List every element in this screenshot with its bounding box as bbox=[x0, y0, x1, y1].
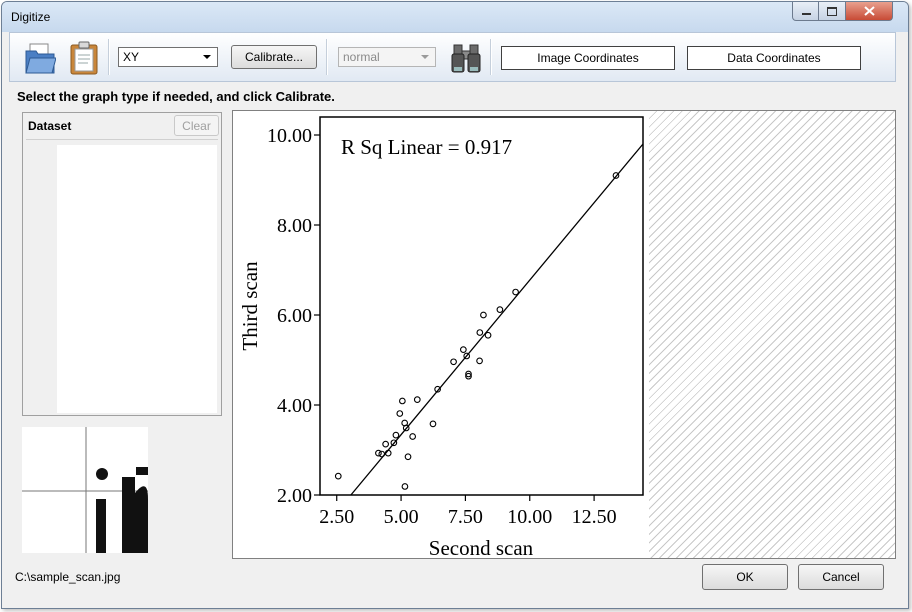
chevron-down-icon bbox=[203, 55, 211, 59]
data-coordinates-display: Data Coordinates bbox=[687, 46, 861, 70]
x-tick-label: 7.50 bbox=[448, 506, 483, 528]
dataset-label: Dataset bbox=[28, 119, 72, 133]
chevron-down-icon bbox=[421, 55, 429, 59]
x-axis-label: Second scan bbox=[429, 536, 534, 558]
clear-button[interactable]: Clear bbox=[174, 115, 219, 136]
cancel-button[interactable]: Cancel bbox=[798, 564, 884, 590]
divider bbox=[26, 139, 218, 140]
y-tick-label: 8.00 bbox=[277, 215, 312, 237]
graph-image-canvas[interactable]: 2.50 5.00 7.50 10.00 12.50 2.00 4.00 6.00 8.00 1… bbox=[232, 110, 896, 559]
y-tick-label: 10.00 bbox=[267, 125, 312, 147]
close-button[interactable] bbox=[845, 2, 893, 21]
digitize-window: Digitize XY Calibrate... normal Image Co… bbox=[1, 1, 909, 609]
mode-value: normal bbox=[343, 50, 380, 64]
y-tick-label: 4.00 bbox=[277, 395, 312, 417]
close-icon bbox=[863, 6, 875, 16]
x-tick-label: 12.50 bbox=[572, 506, 617, 528]
ok-button[interactable]: OK bbox=[702, 564, 788, 590]
paste-clipboard-icon[interactable] bbox=[68, 41, 100, 75]
dataset-panel: Dataset Clear bbox=[22, 112, 222, 416]
toolbar-separator bbox=[490, 39, 492, 75]
calibrate-button[interactable]: Calibrate... bbox=[231, 45, 317, 69]
y-axis-label: Third scan bbox=[238, 261, 262, 351]
mode-select[interactable]: normal bbox=[338, 47, 436, 67]
open-folder-icon[interactable] bbox=[24, 41, 57, 75]
toolbar: XY Calibrate... normal Image Coordinates… bbox=[9, 32, 896, 82]
scatter-plot-image: 2.50 5.00 7.50 10.00 12.50 2.00 4.00 6.00 8.00 1… bbox=[233, 111, 649, 558]
title-bar: Digitize bbox=[2, 2, 908, 32]
chart-annotation: R Sq Linear = 0.917 bbox=[341, 135, 512, 159]
minimize-button[interactable] bbox=[792, 2, 820, 21]
x-tick-label: 2.50 bbox=[319, 506, 354, 528]
window-title: Digitize bbox=[11, 10, 51, 24]
x-tick-label: 5.00 bbox=[384, 506, 419, 528]
canvas-empty-area bbox=[649, 111, 895, 558]
dataset-list[interactable] bbox=[57, 145, 217, 413]
instruction-text: Select the graph type if needed, and cli… bbox=[17, 89, 335, 104]
graph-type-value: XY bbox=[123, 50, 140, 64]
y-tick-label: 2.00 bbox=[277, 485, 312, 507]
x-tick-label: 10.00 bbox=[507, 506, 552, 528]
binoculars-icon[interactable] bbox=[450, 41, 482, 75]
y-tick-label: 6.00 bbox=[277, 305, 312, 327]
toolbar-separator bbox=[108, 39, 110, 75]
maximize-icon bbox=[827, 6, 837, 16]
maximize-button[interactable] bbox=[818, 2, 846, 21]
toolbar-separator bbox=[326, 39, 328, 75]
file-path: C:\sample_scan.jpg bbox=[15, 570, 121, 584]
image-coordinates-display: Image Coordinates bbox=[501, 46, 675, 70]
graph-type-select[interactable]: XY bbox=[118, 47, 218, 67]
zoom-preview bbox=[22, 427, 148, 553]
minimize-icon bbox=[801, 12, 811, 15]
